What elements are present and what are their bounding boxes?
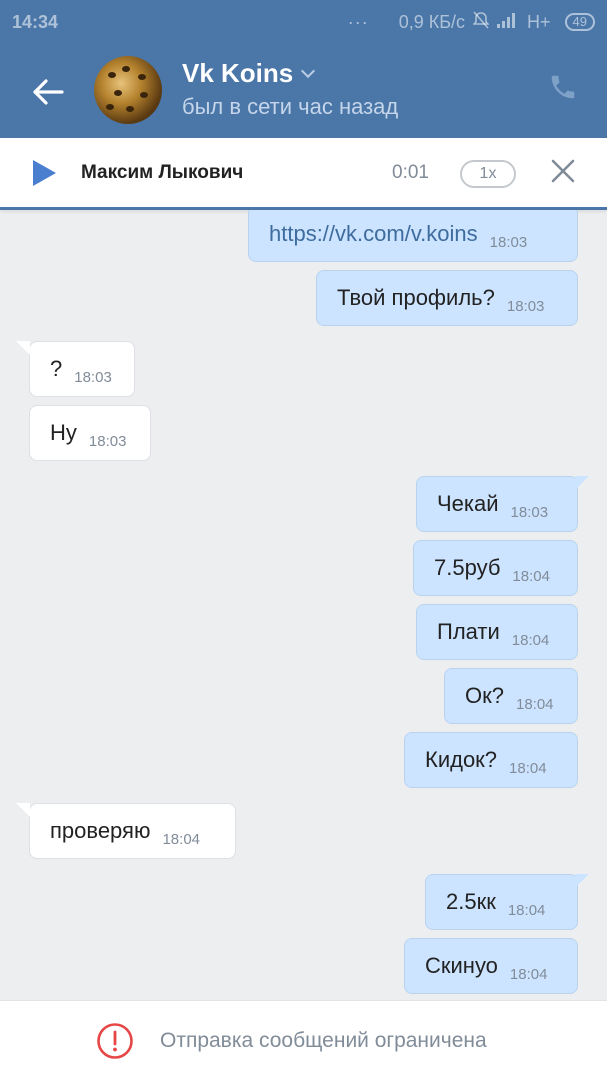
- play-icon: [33, 160, 56, 186]
- message-time: 18:04: [509, 759, 547, 777]
- message-bubble[interactable]: проверяю 18:04: [16, 803, 236, 859]
- play-button[interactable]: [30, 158, 62, 190]
- message-time: 18:03: [506, 297, 545, 315]
- message-bubble[interactable]: 7.5руб 18:04: [413, 540, 578, 596]
- signal-icon: [497, 12, 519, 33]
- arrow-left-icon: [33, 79, 64, 105]
- message-bubble[interactable]: Чекай 18:03: [416, 476, 589, 532]
- status-bar: 14:34 ··· 0,9 КБ/с H+ 49: [0, 0, 607, 44]
- message-text: проверяю: [50, 818, 151, 843]
- avatar[interactable]: [94, 56, 162, 124]
- message-bubble[interactable]: Скинуо 18:04: [404, 938, 578, 994]
- message-text: Скинуо: [425, 953, 498, 978]
- message-text[interactable]: https://vk.com/v.koins: [269, 221, 478, 247]
- restriction-notice: Отправка сообщений ограничена: [0, 1000, 607, 1080]
- message-time: 18:04: [511, 631, 550, 649]
- message-bubble[interactable]: Твой профиль? 18:03: [316, 270, 578, 326]
- message-time: 18:04: [507, 901, 546, 919]
- audio-player: Максим Лыкович 0:01 1x: [0, 138, 607, 210]
- call-button[interactable]: [548, 72, 588, 112]
- message-text: Чекай: [437, 491, 499, 516]
- player-time: 0:01: [392, 162, 429, 183]
- message-text: Плати: [437, 619, 500, 644]
- chat-title-text: Vk Koins: [182, 58, 294, 88]
- online-status: был в сети час назад: [182, 94, 399, 119]
- phone-icon: [551, 75, 575, 99]
- status-time: 14:34: [12, 11, 59, 32]
- back-button[interactable]: [26, 70, 70, 114]
- message-time: 18:03: [74, 368, 112, 386]
- chat-title[interactable]: Vk Koins: [182, 58, 316, 89]
- message-text: Ок?: [465, 683, 504, 708]
- close-player-button[interactable]: [548, 156, 580, 188]
- message-text: Ну: [50, 420, 77, 445]
- message-bubble[interactable]: 2.5кк 18:04: [425, 874, 589, 930]
- message-text: Твой профиль?: [337, 285, 495, 310]
- close-icon: [551, 159, 575, 183]
- message-time: 18:04: [162, 830, 201, 848]
- message-text: ?: [50, 356, 63, 381]
- chat-header: Vk Koins был в сети час назад: [0, 44, 607, 138]
- restriction-notice-text: Отправка сообщений ограничена: [160, 1029, 487, 1052]
- network-speed: 0,9 КБ/с: [398, 11, 466, 32]
- message-time: 18:04: [515, 695, 554, 713]
- message-list[interactable]: https://vk.com/v.koins 18:03 Твой профил…: [0, 210, 607, 1000]
- network-type: H+: [527, 11, 551, 32]
- message-time: 18:03: [88, 432, 127, 450]
- message-time: 18:03: [489, 233, 528, 251]
- message-text: 7.5руб: [434, 555, 501, 580]
- message-bubble[interactable]: ? 18:03: [16, 341, 135, 397]
- message-bubble[interactable]: Ну 18:03: [29, 405, 151, 461]
- message-text: 2.5кк: [446, 889, 496, 914]
- message-bubble[interactable]: Кидок? 18:04: [404, 732, 578, 788]
- notification-dots: ···: [347, 11, 369, 32]
- message-time: 18:03: [510, 503, 549, 521]
- chevron-down-icon: [301, 63, 316, 78]
- message-bubble[interactable]: https://vk.com/v.koins 18:03: [248, 210, 578, 262]
- message-time: 18:04: [509, 965, 548, 983]
- exclamation-circle-icon: [96, 1022, 134, 1060]
- player-track-name: Максим Лыкович: [81, 162, 244, 183]
- message-bubble[interactable]: Плати 18:04: [416, 604, 578, 660]
- battery-icon: 49: [564, 13, 595, 31]
- playback-speed-button[interactable]: 1x: [460, 160, 516, 188]
- message-text: Кидок?: [425, 747, 498, 772]
- mute-icon: [472, 10, 490, 34]
- message-bubble[interactable]: Ок? 18:04: [444, 668, 578, 724]
- message-time: 18:04: [512, 567, 550, 585]
